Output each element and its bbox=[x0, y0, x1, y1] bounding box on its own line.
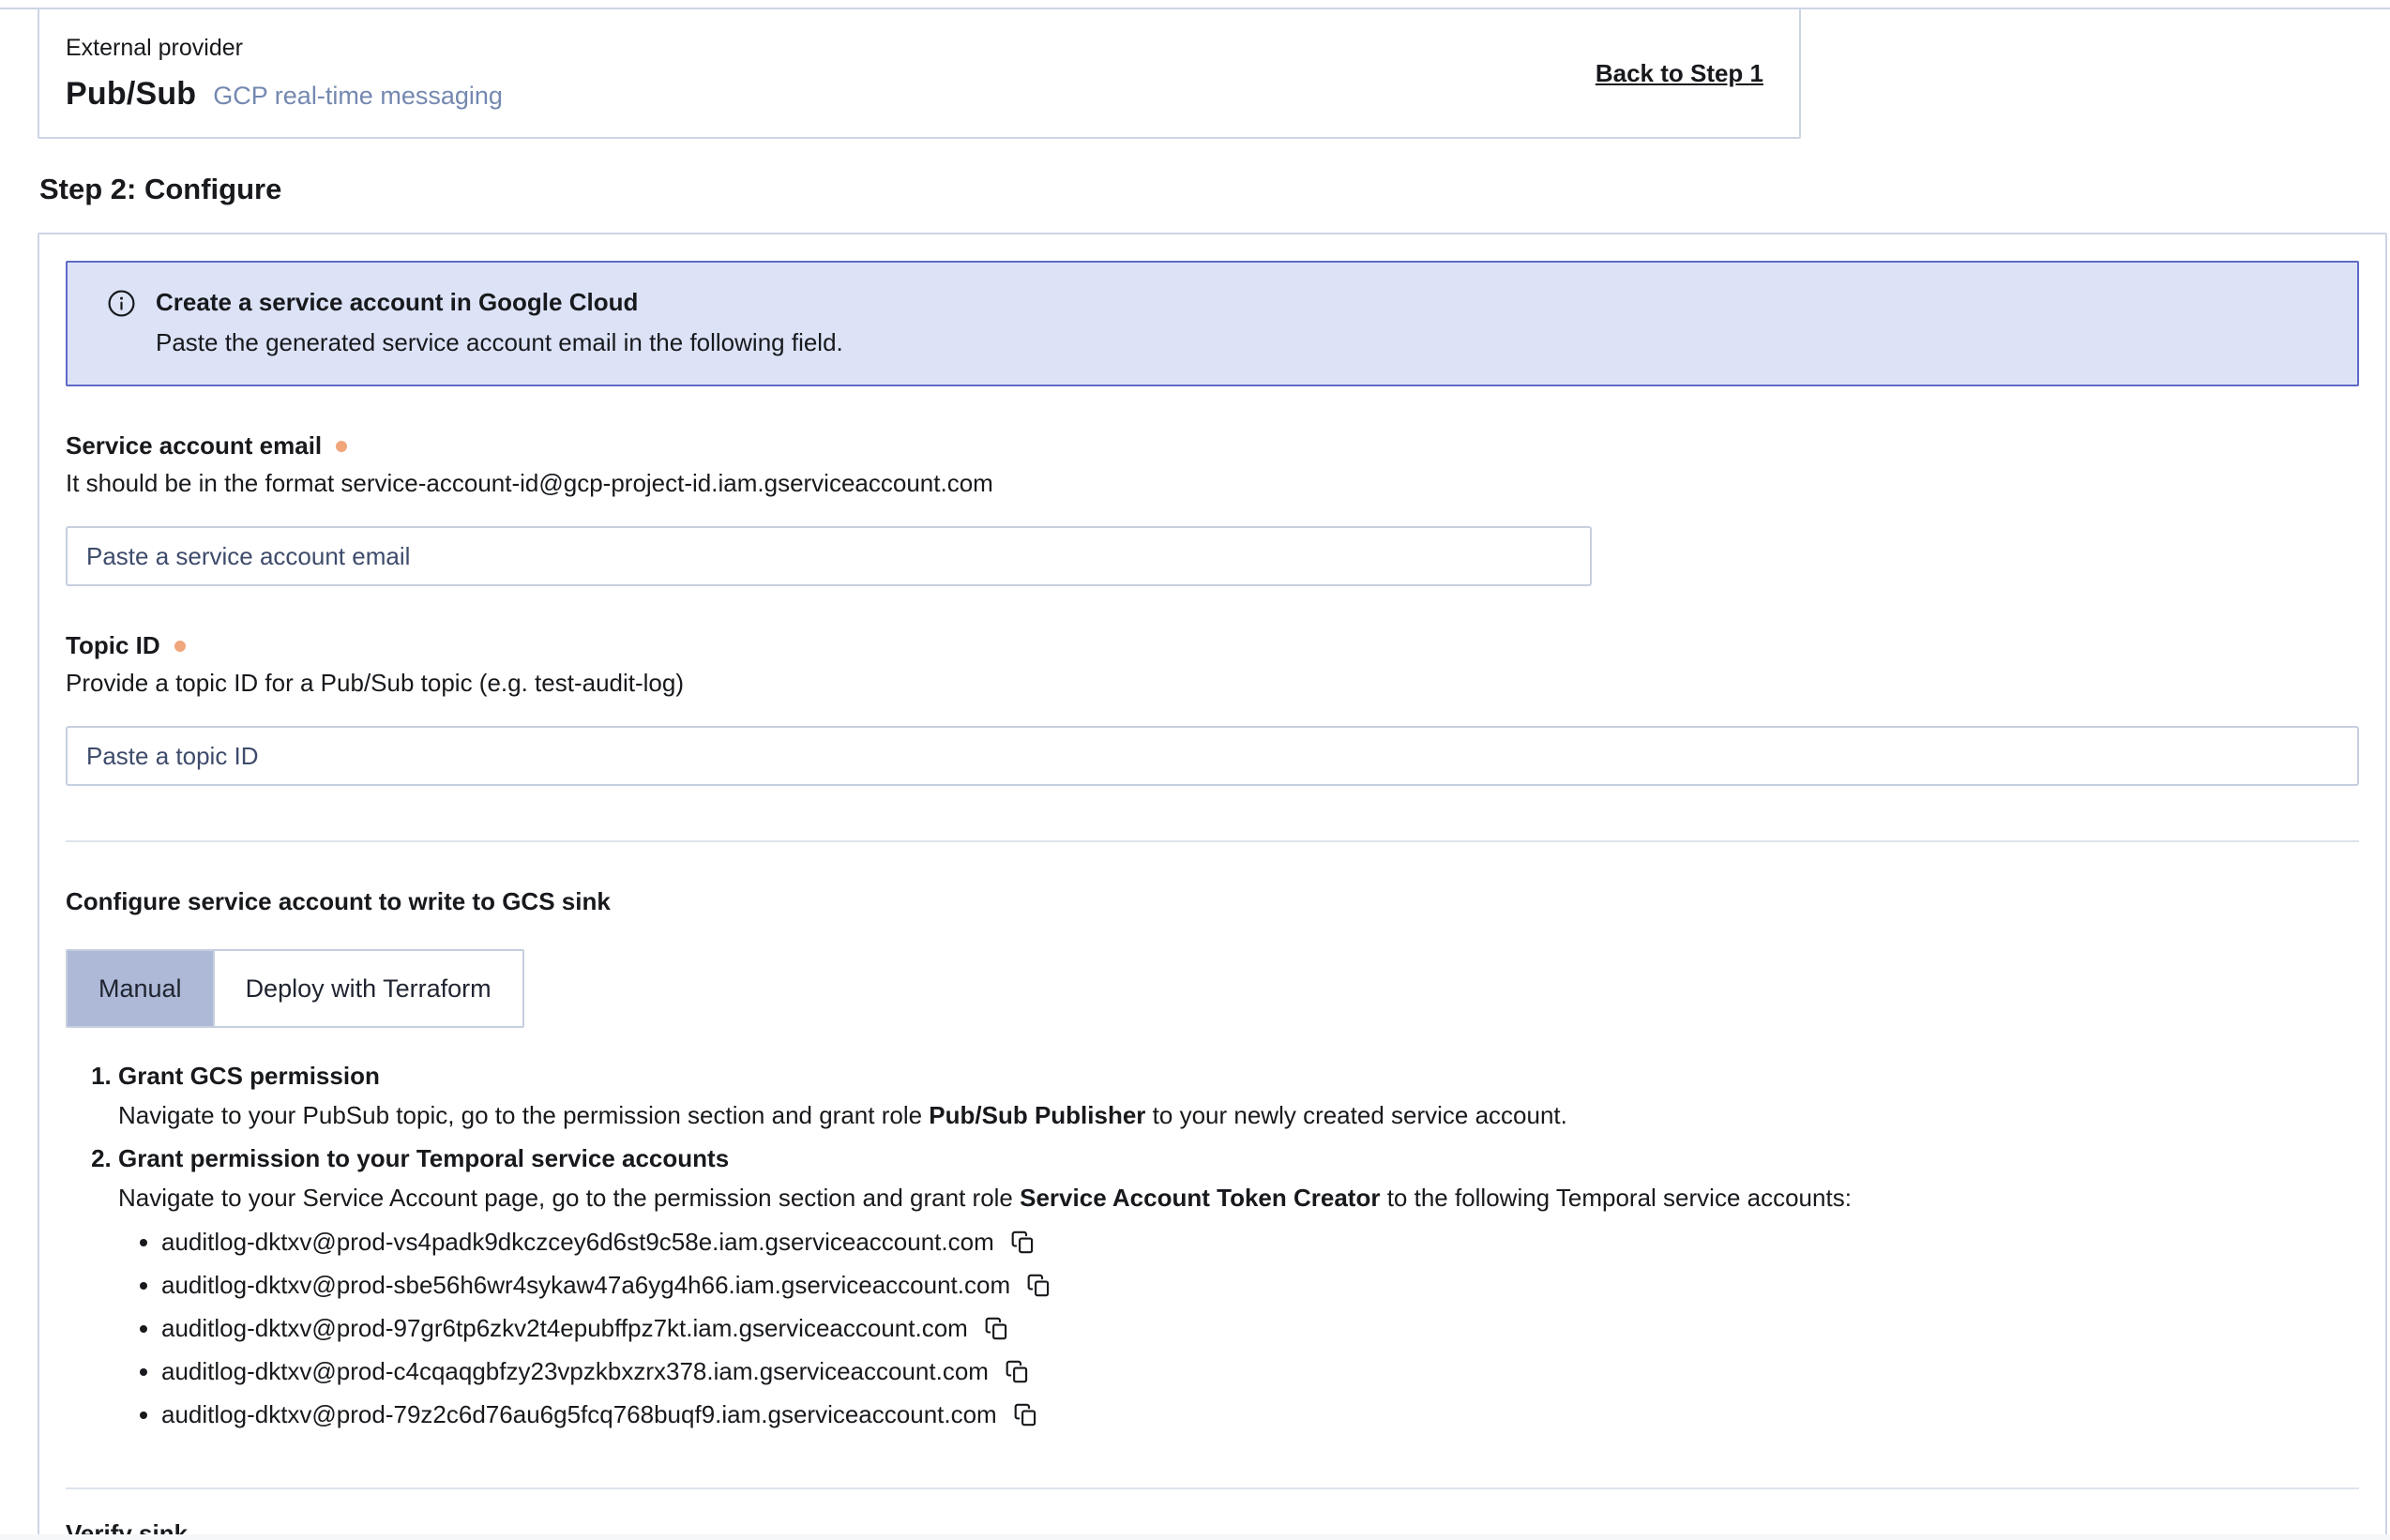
section-divider bbox=[66, 840, 2359, 842]
list-item: auditlog-dktxv@prod-79z2c6d76au6g5fcq768… bbox=[161, 1396, 2359, 1433]
copy-icon bbox=[1010, 1230, 1036, 1255]
topic-id-label-row: Topic ID bbox=[66, 631, 2359, 660]
info-banner-title: Create a service account in Google Cloud bbox=[156, 288, 843, 317]
service-account-email-helper: It should be in the format service-accou… bbox=[66, 469, 2359, 498]
instruction-step-title: Grant GCS permission bbox=[118, 1058, 2359, 1094]
instruction-step-role: Service Account Token Creator bbox=[1020, 1184, 1380, 1212]
temporal-service-account-list: auditlog-dktxv@prod-vs4padk9dkczcey6d6st… bbox=[66, 1223, 2359, 1433]
copy-icon bbox=[1005, 1359, 1030, 1384]
instruction-step-title: Grant permission to your Temporal servic… bbox=[118, 1140, 2359, 1176]
topic-id-helper: Provide a topic ID for a Pub/Sub topic (… bbox=[66, 669, 2359, 698]
required-dot bbox=[174, 641, 186, 652]
service-account-email: auditlog-dktxv@prod-vs4padk9dkczcey6d6st… bbox=[161, 1223, 994, 1261]
copy-icon bbox=[1026, 1273, 1051, 1298]
info-banner: Create a service account in Google Cloud… bbox=[66, 261, 2359, 386]
topic-id-input[interactable] bbox=[66, 726, 2359, 786]
page-title: Step 2: Configure bbox=[39, 173, 2390, 206]
provider-title: Pub/Sub bbox=[66, 76, 196, 113]
provider-eyebrow: External provider bbox=[66, 35, 503, 62]
instruction-step-body: Navigate to your PubSub topic, go to the… bbox=[118, 1097, 2359, 1133]
copy-button[interactable] bbox=[1024, 1271, 1053, 1300]
provider-subtitle: GCP real-time messaging bbox=[213, 82, 503, 111]
list-item: auditlog-dktxv@prod-97gr6tp6zkv2t4epubff… bbox=[161, 1309, 2359, 1347]
copy-button[interactable] bbox=[982, 1314, 1011, 1343]
service-account-email: auditlog-dktxv@prod-79z2c6d76au6g5fcq768… bbox=[161, 1396, 997, 1433]
copy-button[interactable] bbox=[1003, 1357, 1032, 1386]
copy-button[interactable] bbox=[1008, 1228, 1037, 1257]
service-account-email-label-row: Service account email bbox=[66, 431, 2359, 460]
instruction-step: Grant GCS permission Navigate to your Pu… bbox=[118, 1058, 2359, 1133]
tab-deploy-with-terraform[interactable]: Deploy with Terraform bbox=[213, 951, 522, 1026]
info-icon bbox=[107, 289, 136, 318]
required-dot bbox=[336, 441, 347, 452]
info-banner-text: Create a service account in Google Cloud… bbox=[156, 288, 843, 357]
instruction-steps: Grant GCS permission Navigate to your Pu… bbox=[66, 1058, 2359, 1215]
topic-id-label: Topic ID bbox=[66, 631, 160, 660]
copy-button[interactable] bbox=[1011, 1400, 1040, 1429]
list-item: auditlog-dktxv@prod-c4cqaqgbfzy23vpzkbxz… bbox=[161, 1352, 2359, 1390]
configure-method-tabs: Manual Deploy with Terraform bbox=[66, 949, 524, 1028]
list-item: auditlog-dktxv@prod-sbe56h6wr4sykaw47a6y… bbox=[161, 1266, 2359, 1304]
copy-icon bbox=[984, 1316, 1009, 1341]
list-item: auditlog-dktxv@prod-vs4padk9dkczcey6d6st… bbox=[161, 1223, 2359, 1261]
service-account-email-label: Service account email bbox=[66, 431, 322, 460]
info-banner-body: Paste the generated service account emai… bbox=[156, 328, 843, 357]
page: External provider Pub/Sub GCP real-time … bbox=[0, 0, 2390, 1540]
service-account-email: auditlog-dktxv@prod-97gr6tp6zkv2t4epubff… bbox=[161, 1309, 968, 1347]
instruction-step-body: Navigate to your Service Account page, g… bbox=[118, 1180, 2359, 1215]
service-account-email: auditlog-dktxv@prod-sbe56h6wr4sykaw47a6y… bbox=[161, 1266, 1010, 1304]
service-account-email: auditlog-dktxv@prod-c4cqaqgbfzy23vpzkbxz… bbox=[161, 1352, 989, 1390]
provider-title-row: Pub/Sub GCP real-time messaging bbox=[66, 76, 503, 113]
service-account-email-input[interactable] bbox=[66, 526, 1592, 586]
provider-info: External provider Pub/Sub GCP real-time … bbox=[66, 35, 503, 113]
configure-card: Create a service account in Google Cloud… bbox=[38, 233, 2387, 1540]
section-divider bbox=[66, 1487, 2359, 1489]
tab-manual[interactable]: Manual bbox=[68, 951, 213, 1026]
instruction-step: Grant permission to your Temporal servic… bbox=[118, 1140, 2359, 1215]
copy-icon bbox=[1013, 1402, 1038, 1427]
provider-card: External provider Pub/Sub GCP real-time … bbox=[38, 8, 1801, 139]
page-bottom-strip bbox=[0, 1534, 2390, 1540]
configure-sink-heading: Configure service account to write to GC… bbox=[66, 887, 2359, 916]
back-to-step-1-link[interactable]: Back to Step 1 bbox=[1596, 59, 1763, 88]
instruction-step-role: Pub/Sub Publisher bbox=[929, 1101, 1145, 1129]
